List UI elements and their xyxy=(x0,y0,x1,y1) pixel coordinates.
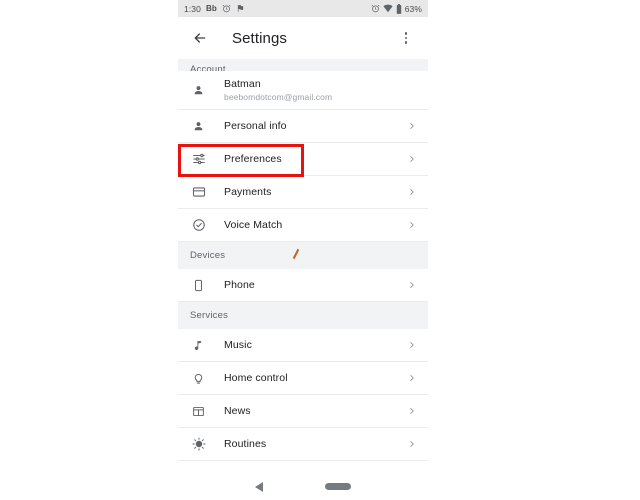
list-item-home-control[interactable]: Home control xyxy=(178,362,428,395)
list-item-music[interactable]: Music xyxy=(178,329,428,362)
chevron-right-icon xyxy=(407,280,417,290)
chevron-right-icon xyxy=(407,439,417,449)
list-item-label: Music xyxy=(224,339,252,351)
newspaper-icon xyxy=(189,405,208,418)
back-arrow-icon[interactable] xyxy=(190,28,210,48)
app-badge-bb: Bb xyxy=(205,4,217,13)
status-bar: 1:30 Bb 63% xyxy=(178,0,428,17)
status-bar-left: 1:30 Bb xyxy=(184,4,245,14)
battery-percent: 63% xyxy=(404,3,422,14)
page-title: Settings xyxy=(232,29,287,47)
app-bar: Settings xyxy=(178,17,428,59)
smartphone-icon xyxy=(189,279,208,292)
list-item-label: Home control xyxy=(224,372,288,384)
credit-card-icon xyxy=(189,185,208,199)
list-item-routines[interactable]: Routines xyxy=(178,428,428,461)
person-icon xyxy=(189,120,208,133)
flag-icon xyxy=(236,4,245,13)
chevron-right-icon xyxy=(407,220,417,230)
list-item-label: News xyxy=(224,405,251,417)
chevron-right-icon xyxy=(407,373,417,383)
alarm-clock-icon xyxy=(222,4,231,13)
list-item-label: Phone xyxy=(224,279,255,291)
battery-icon xyxy=(396,3,402,14)
check-circle-icon xyxy=(189,218,208,232)
list-item-payments[interactable]: Payments xyxy=(178,176,428,209)
list-item-label: Voice Match xyxy=(224,219,283,231)
list-item-label: Personal info xyxy=(224,120,287,132)
account-email: beebomdotcom@gmail.com xyxy=(224,92,333,102)
account-name: Batman xyxy=(224,78,261,90)
list-item-phone[interactable]: Phone xyxy=(178,269,428,302)
section-header-services: Services xyxy=(178,302,428,329)
tune-sliders-icon xyxy=(189,152,208,166)
wifi-icon xyxy=(383,4,393,13)
routines-sun-icon xyxy=(189,437,208,451)
section-header-label: Devices xyxy=(190,250,226,261)
section-header-account: Account xyxy=(178,59,428,71)
screenshot-canvas: 1:30 Bb 63% Settings Account Batman beeb… xyxy=(0,0,640,500)
list-item-personal-info[interactable]: Personal info xyxy=(178,110,428,143)
section-header-label: Account xyxy=(190,64,226,71)
list-item-account[interactable]: Batman beebomdotcom@gmail.com xyxy=(178,71,428,110)
list-item-voice-match[interactable]: Voice Match xyxy=(178,209,428,242)
chevron-right-icon xyxy=(407,340,417,350)
chevron-right-icon xyxy=(407,121,417,131)
list-item-label: Routines xyxy=(224,438,267,450)
nav-back-icon[interactable] xyxy=(255,481,263,492)
section-header-label: Services xyxy=(190,310,229,321)
status-time: 1:30 xyxy=(184,3,201,14)
alarm-clock-icon-right xyxy=(371,4,380,13)
list-item-label: Payments xyxy=(224,186,272,198)
list-item-label: Preferences xyxy=(224,153,282,165)
list-item-news[interactable]: News xyxy=(178,395,428,428)
person-icon xyxy=(189,84,208,97)
phone-screen: 1:30 Bb 63% Settings Account Batman beeb… xyxy=(178,0,428,500)
settings-list[interactable]: Account Batman beebomdotcom@gmail.com Pe… xyxy=(178,59,428,461)
list-item-preferences[interactable]: Preferences xyxy=(178,143,428,176)
overflow-menu-icon[interactable] xyxy=(396,28,416,48)
status-bar-right: 63% xyxy=(371,3,422,14)
chevron-right-icon xyxy=(407,154,417,164)
chevron-right-icon xyxy=(407,187,417,197)
nav-home-pill-icon[interactable] xyxy=(325,483,351,490)
section-header-devices: Devices xyxy=(178,242,428,269)
chevron-right-icon xyxy=(407,406,417,416)
music-note-icon xyxy=(189,339,208,352)
cursor-artifact-icon xyxy=(292,247,300,260)
system-navigation-bar xyxy=(178,473,428,500)
lightbulb-icon xyxy=(189,372,208,385)
